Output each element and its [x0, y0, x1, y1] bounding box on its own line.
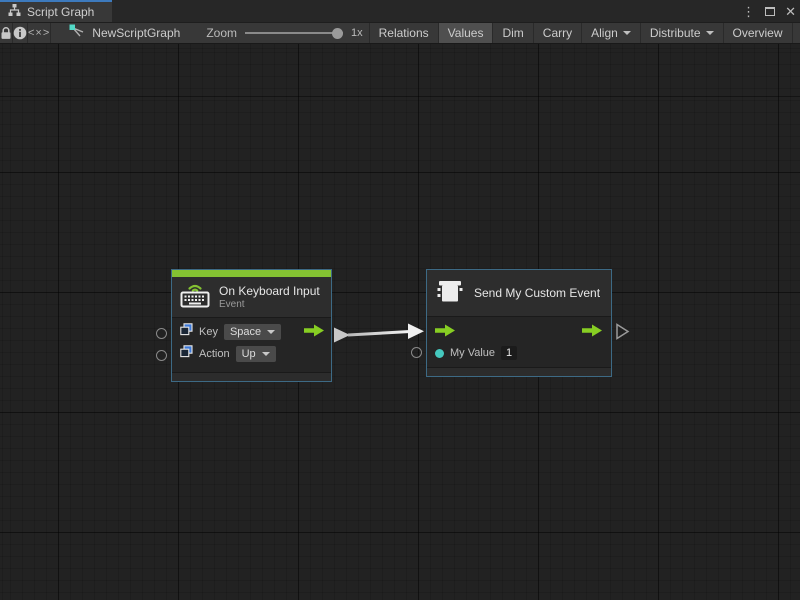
- control-input-port[interactable]: [435, 324, 456, 342]
- maximize-icon[interactable]: [765, 7, 775, 16]
- wire-layer: [0, 44, 800, 600]
- window-menu-icon[interactable]: ⋮: [742, 5, 755, 18]
- toolbar-button-distribute[interactable]: Distribute: [640, 23, 723, 43]
- node-footer: [427, 367, 611, 376]
- port-row-action: Action Up: [172, 343, 331, 365]
- node-send-my-custom-event[interactable]: Send My Custom Event My Value 1: [426, 269, 612, 377]
- node-on-keyboard-input[interactable]: On Keyboard Input Event Key Space: [171, 269, 332, 382]
- graph-asset-icon: [69, 24, 85, 43]
- lock-icon: [0, 26, 12, 40]
- custom-event-icon: [435, 277, 465, 310]
- chevron-down-icon: [262, 352, 270, 356]
- tab-label: Script Graph: [27, 5, 94, 19]
- port-label-my-value: My Value: [450, 347, 495, 359]
- window-controls: ⋮ ✕: [742, 0, 796, 22]
- port-label-action: Action: [199, 348, 230, 360]
- zoom-label: Zoom: [206, 26, 237, 40]
- zoom-slider[interactable]: [245, 27, 343, 39]
- control-output-port[interactable]: [304, 324, 325, 342]
- node-title: Send My Custom Event: [474, 286, 600, 300]
- toolbar-button-fullscreen[interactable]: Full Screen: [792, 23, 800, 43]
- script-graph-icon: [8, 3, 21, 21]
- node-footer: [172, 372, 331, 381]
- info-button[interactable]: [13, 23, 28, 43]
- zoom-slider-handle[interactable]: [332, 28, 343, 39]
- toolbar-button-align[interactable]: Align: [581, 23, 640, 43]
- graph-breadcrumb[interactable]: NewScriptGraph: [51, 23, 194, 43]
- code-icon: <×>: [28, 27, 50, 39]
- my-value-input[interactable]: 1: [501, 346, 517, 360]
- script-graph-window: Script Graph ⋮ ✕ <×>: [0, 0, 800, 600]
- toolbar-button-overview[interactable]: Overview: [723, 23, 792, 43]
- value-type-dot-icon: [435, 349, 444, 358]
- lock-button[interactable]: [0, 23, 13, 43]
- title-bar: Script Graph ⋮ ✕: [0, 0, 800, 22]
- zoom-slider-track: [245, 32, 343, 34]
- value-input-port-key[interactable]: [156, 328, 167, 339]
- toolbar-button-values[interactable]: Values: [438, 23, 493, 43]
- event-color-bar: [172, 270, 331, 277]
- value-input-port-my-value[interactable]: [411, 347, 422, 358]
- node-body: Key Space Action Up: [172, 317, 331, 372]
- chevron-down-icon: [706, 31, 714, 35]
- node-body: My Value 1: [427, 316, 611, 367]
- value-type-icon: [180, 345, 193, 363]
- toolbar-button-dim[interactable]: Dim: [492, 23, 532, 43]
- tab-script-graph[interactable]: Script Graph: [0, 0, 112, 22]
- toolbar-button-relations[interactable]: Relations: [369, 23, 438, 43]
- zoom-value: 1x: [351, 27, 363, 39]
- connection-wire[interactable]: [334, 324, 424, 343]
- chevron-down-icon: [623, 31, 631, 35]
- action-dropdown[interactable]: Up: [236, 346, 276, 362]
- graph-name: NewScriptGraph: [92, 26, 180, 40]
- node-title: On Keyboard Input: [219, 284, 320, 298]
- port-row-my-value: My Value 1: [427, 342, 611, 364]
- zoom-control: Zoom 1x: [206, 23, 362, 43]
- toolbar-buttons: Relations Values Dim Carry Align Distrib…: [369, 23, 800, 43]
- control-output-port[interactable]: [582, 324, 603, 342]
- value-type-icon: [180, 323, 193, 341]
- graph-canvas[interactable]: On Keyboard Input Event Key Space: [0, 44, 800, 600]
- code-preview-toggle[interactable]: <×>: [28, 23, 51, 43]
- chevron-down-icon: [267, 330, 275, 334]
- graph-toolbar: <×> NewScriptGraph Zoom 1x Relations: [0, 22, 800, 44]
- node-subtitle: Event: [219, 299, 320, 310]
- close-icon[interactable]: ✕: [785, 5, 796, 18]
- node-header: Send My Custom Event: [427, 270, 611, 316]
- toolbar-button-carry[interactable]: Carry: [533, 23, 581, 43]
- info-icon: [13, 26, 27, 40]
- unconnected-control-port[interactable]: [617, 325, 628, 339]
- key-dropdown[interactable]: Space: [224, 324, 281, 340]
- value-input-port-action[interactable]: [156, 350, 167, 361]
- port-label-key: Key: [199, 326, 218, 338]
- node-header: On Keyboard Input Event: [172, 277, 331, 317]
- keyboard-icon: [180, 282, 210, 313]
